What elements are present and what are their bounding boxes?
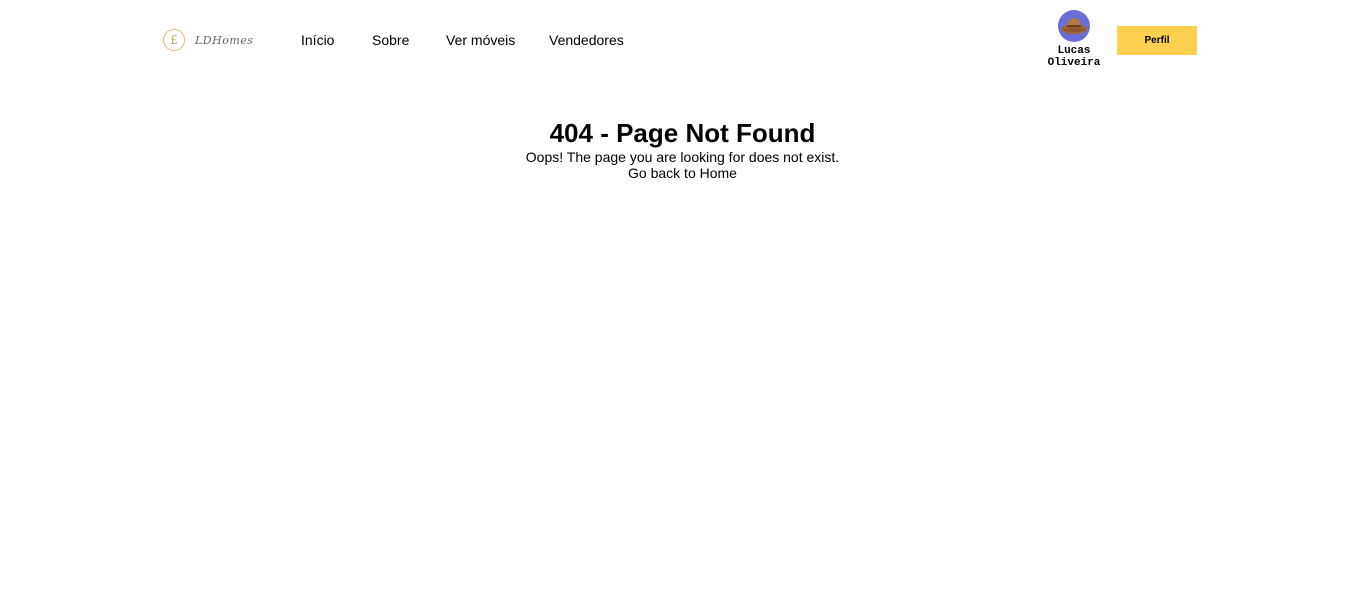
site-header: £ LDHomes Início Sobre Ver móveis Vended… <box>0 0 1365 80</box>
avatar[interactable] <box>1058 10 1090 42</box>
home-link[interactable]: Go back to Home <box>628 166 737 180</box>
profile-button[interactable]: Perfil <box>1117 26 1197 55</box>
nav-link-sobre[interactable]: Sobre <box>372 32 409 48</box>
logo-mark-icon: £ <box>163 29 185 51</box>
nav-link-ver-moveis[interactable]: Ver móveis <box>446 32 515 48</box>
nav-link-vendedores[interactable]: Vendedores <box>549 32 624 48</box>
page-title: 404 - Page Not Found <box>549 118 816 148</box>
user-info[interactable]: Lucas Oliveira <box>1040 10 1108 69</box>
user-last-name: Oliveira <box>1047 57 1101 69</box>
logo-text: LDHomes <box>195 33 254 47</box>
cowboy-hat-icon <box>1061 18 1087 34</box>
user-first-name: Lucas <box>1057 45 1091 57</box>
error-message: Oops! The page you are looking for does … <box>525 149 840 165</box>
nav-link-inicio[interactable]: Início <box>301 32 334 48</box>
not-found-content: 404 - Page Not Found Oops! The page you … <box>0 117 1365 183</box>
brand-logo[interactable]: £ LDHomes <box>163 27 253 53</box>
